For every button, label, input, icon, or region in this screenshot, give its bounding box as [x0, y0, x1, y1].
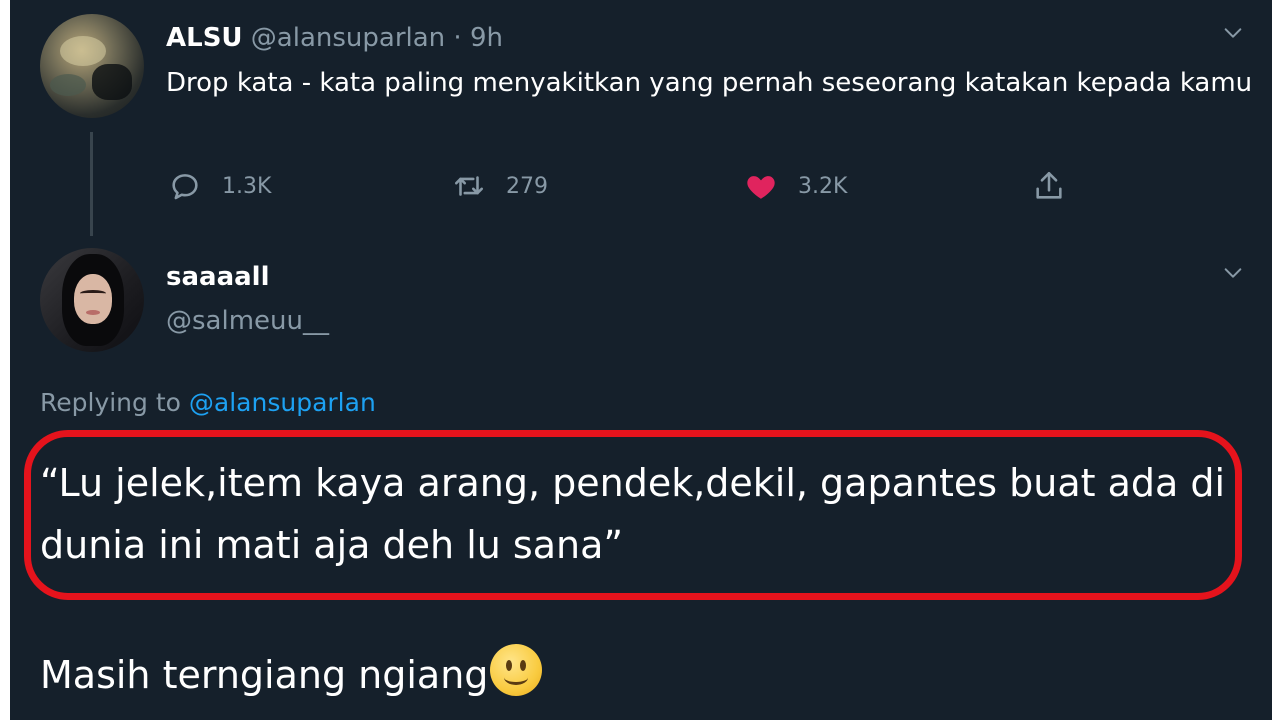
slightly-smiling-face-icon: [490, 644, 543, 696]
share-button[interactable]: [1032, 166, 1066, 206]
replying-to-label: Replying to: [40, 388, 181, 417]
reply-footer-line: Masih terngiang ngiang: [40, 644, 543, 705]
reply-icon: [172, 174, 198, 200]
header-separator: ·: [453, 23, 462, 53]
like-count: 3.2K: [798, 173, 848, 199]
like-button[interactable]: 3.2K: [744, 166, 847, 206]
reply-footer-text: Masih terngiang ngiang: [40, 653, 489, 697]
parent-tweet-text: Drop kata - kata paling menyakitkan yang…: [166, 68, 1253, 98]
share-icon: [1036, 171, 1062, 199]
saaaall-avatar[interactable]: [40, 248, 144, 352]
thread-connector-line: [90, 132, 93, 236]
tweet-thread: ALSU @alansuparlan · 9h Drop kata - kata…: [10, 0, 1272, 720]
retweet-count: 279: [506, 173, 548, 199]
parent-author-name[interactable]: ALSU: [166, 23, 243, 53]
reply-button[interactable]: 1.3K: [168, 166, 271, 206]
reply-tweet-text: “Lu jelek,item kaya arang, pendek,dekil,…: [40, 461, 1226, 567]
retweet-button[interactable]: 279: [452, 166, 548, 206]
retweet-icon: [454, 176, 484, 196]
parent-tweet-time[interactable]: 9h: [470, 23, 503, 53]
reply-author-handle[interactable]: @salmeuu__: [166, 306, 329, 336]
reply-count: 1.3K: [222, 173, 272, 199]
replying-to-mention[interactable]: @alansuparlan: [189, 388, 376, 417]
alsu-avatar[interactable]: [40, 14, 144, 118]
chevron-down-icon[interactable]: [1222, 22, 1244, 44]
replying-to-line: Replying to @alansuparlan: [40, 388, 376, 417]
reply-author-name[interactable]: saaaall: [166, 262, 269, 292]
parent-author-handle[interactable]: @alansuparlan: [251, 23, 445, 53]
heart-icon: [747, 176, 775, 199]
parent-tweet-header: ALSU @alansuparlan · 9h: [166, 20, 503, 56]
chevron-down-icon[interactable]: [1222, 262, 1244, 284]
